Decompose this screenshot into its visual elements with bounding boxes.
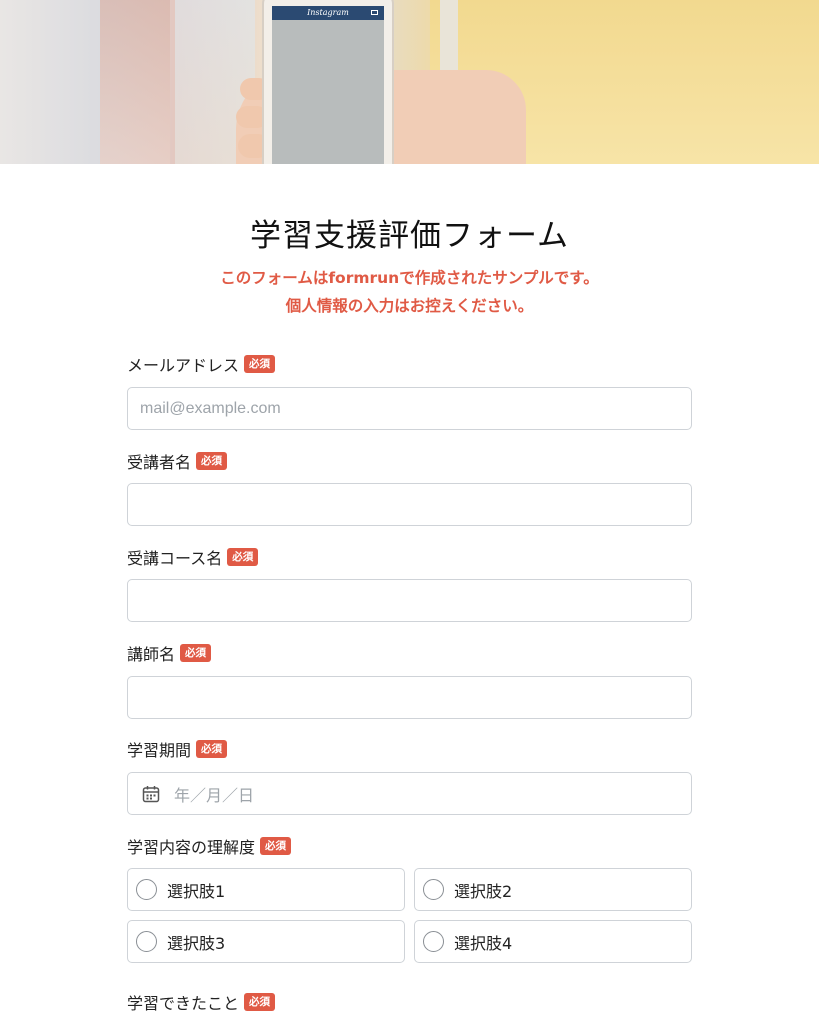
radio-circle-icon: [423, 879, 444, 900]
course-name-label: 受講コース名 必須: [127, 545, 259, 569]
radio-circle-icon: [136, 879, 157, 900]
email-label: メールアドレス 必須: [127, 352, 276, 376]
hero-image: Instagram: [0, 0, 819, 164]
instructor-name-input[interactable]: [127, 676, 692, 719]
understanding-label: 学習内容の理解度 必須: [127, 834, 292, 858]
understanding-option-4[interactable]: 選択肢4: [414, 920, 692, 963]
option-label: 選択肢4: [454, 933, 513, 953]
achievements-label: 学習できたこと 必須: [127, 990, 276, 1014]
phone-illustration: Instagram: [262, 0, 394, 164]
understanding-label-text: 学習内容の理解度: [127, 838, 256, 857]
required-badge: 必須: [196, 740, 228, 758]
form-title: 学習支援評価フォーム: [249, 218, 570, 254]
date-placeholder: 年／月／日: [174, 785, 255, 805]
phone-app-label: Instagram: [307, 8, 349, 17]
required-badge: 必須: [244, 355, 276, 373]
study-period-date-input[interactable]: 年／月／日: [127, 772, 692, 815]
radio-circle-icon: [423, 931, 444, 952]
required-badge: 必須: [244, 993, 276, 1011]
achievements-label-text: 学習できたこと: [127, 994, 240, 1013]
option-label: 選択肢2: [454, 881, 513, 901]
email-input[interactable]: [127, 387, 692, 430]
instructor-name-label-text: 講師名: [127, 645, 176, 664]
course-name-label-text: 受講コース名: [127, 549, 223, 568]
student-name-label: 受講者名 必須: [127, 449, 228, 473]
understanding-option-3[interactable]: 選択肢3: [127, 920, 405, 963]
student-name-label-text: 受講者名: [127, 453, 192, 472]
required-badge: 必須: [180, 644, 212, 662]
study-period-label: 学習期間 必須: [127, 737, 228, 761]
sample-notice-line-1: このフォームはformrunで作成されたサンプルです。: [220, 269, 599, 287]
course-name-input[interactable]: [127, 579, 692, 622]
sample-notice: このフォームはformrunで作成されたサンプルです。 個人情報の入力はお控えく…: [0, 264, 819, 320]
calendar-icon: [142, 785, 160, 802]
required-badge: 必須: [227, 548, 259, 566]
understanding-option-1[interactable]: 選択肢1: [127, 868, 405, 911]
required-badge: 必須: [260, 837, 292, 855]
understanding-option-2[interactable]: 選択肢2: [414, 868, 692, 911]
instructor-name-label: 講師名 必須: [127, 641, 212, 665]
sample-notice-line-2: 個人情報の入力はお控えください。: [285, 297, 534, 315]
radio-circle-icon: [136, 931, 157, 952]
student-name-input[interactable]: [127, 483, 692, 526]
study-period-label-text: 学習期間: [127, 741, 192, 760]
email-label-text: メールアドレス: [127, 356, 240, 375]
required-badge: 必須: [196, 452, 228, 470]
option-label: 選択肢3: [167, 933, 226, 953]
option-label: 選択肢1: [167, 881, 226, 901]
